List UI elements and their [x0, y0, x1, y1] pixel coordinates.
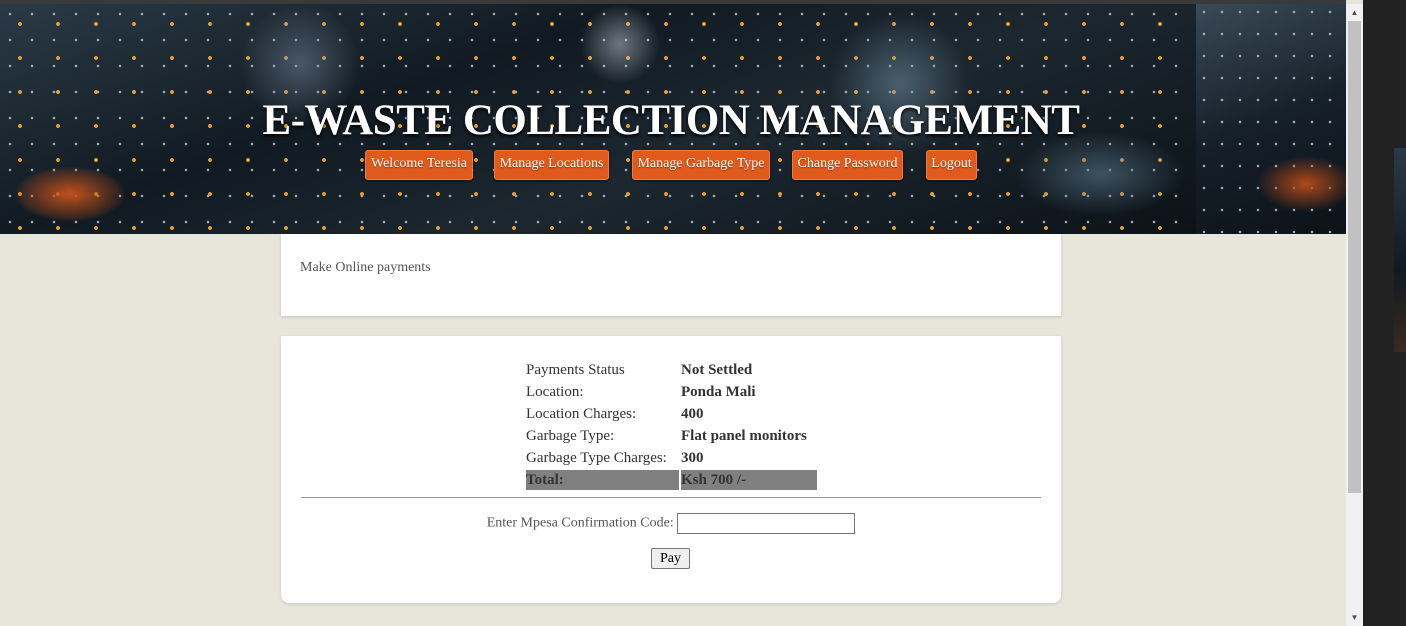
payment-status-label: Payments Status [526, 362, 625, 378]
payment-status-value: Not Settled [681, 362, 753, 378]
confirmation-code-row: Enter Mpesa Confirmation Code: [281, 513, 1061, 534]
intro-text: Make Online payments [300, 260, 431, 275]
location-charges-label: Location Charges: [526, 406, 637, 422]
table-row: Location Charges: 400 [526, 404, 817, 424]
nav-manage-locations-button[interactable]: Manage Locations [494, 150, 609, 180]
nav-manage-garbage-type-button[interactable]: Manage Garbage Type [632, 150, 770, 180]
nav-logout-button[interactable]: Logout [926, 150, 977, 180]
garbage-type-label: Garbage Type: [526, 428, 615, 444]
total-row: Total: Ksh 700 /- [526, 470, 817, 490]
location-value: Ponda Mali [681, 384, 756, 400]
confirmation-code-label: Enter Mpesa Confirmation Code: [486, 515, 674, 531]
confirmation-code-input[interactable] [677, 513, 856, 534]
scroll-down-icon[interactable]: ▼ [1346, 609, 1363, 626]
total-value: Ksh 700 /- [681, 470, 817, 490]
side-image [1394, 148, 1406, 352]
garbage-type-charges-label: Garbage Type Charges: [526, 450, 667, 466]
location-charges-value: 400 [681, 406, 704, 422]
payment-card: Payments Status Not Settled Location: Po… [281, 336, 1061, 603]
total-label: Total: [526, 470, 679, 490]
main-nav: Welcome Teresia Manage Locations Manage … [0, 150, 1342, 180]
garbage-type-value: Flat panel monitors [681, 428, 807, 444]
payment-details-table: Payments Status Not Settled Location: Po… [524, 358, 819, 492]
nav-change-password-button[interactable]: Change Password [792, 150, 903, 180]
table-row: Location: Ponda Mali [526, 382, 817, 402]
divider [301, 497, 1041, 498]
nav-welcome-button[interactable]: Welcome Teresia [365, 150, 473, 180]
garbage-type-charges-value: 300 [681, 450, 704, 466]
table-row: Garbage Type Charges: 300 [526, 448, 817, 468]
intro-card: Make Online payments [281, 234, 1061, 316]
table-row: Garbage Type: Flat panel monitors [526, 426, 817, 446]
vertical-scrollbar[interactable]: ▲ ▼ [1346, 4, 1363, 626]
scrollbar-thumb[interactable] [1348, 21, 1361, 493]
scroll-up-icon[interactable]: ▲ [1346, 4, 1363, 21]
location-label: Location: [526, 384, 584, 400]
table-row: Payments Status Not Settled [526, 360, 817, 380]
pay-button[interactable]: Pay [651, 548, 690, 569]
site-title: E-WASTE COLLECTION MANAGEMENT [262, 97, 1080, 144]
